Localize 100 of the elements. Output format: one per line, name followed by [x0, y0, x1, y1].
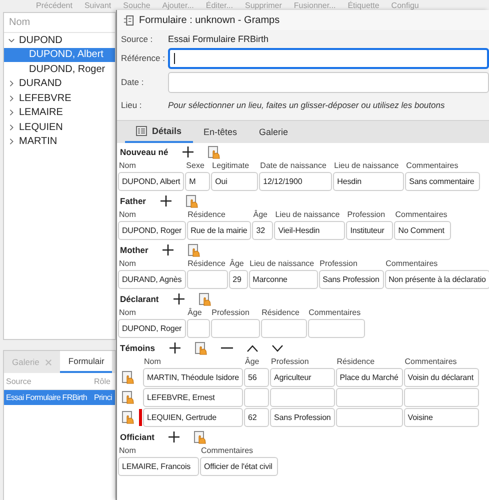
text-cell[interactable]: Marconne [248, 270, 318, 289]
text-cell[interactable] [308, 319, 365, 338]
text-cell[interactable]: Voisine [404, 408, 479, 427]
text-cell[interactable]: 32 [252, 221, 274, 240]
hand-document-icon[interactable] [122, 371, 134, 384]
column-label: Nom [118, 307, 137, 318]
column-label: Profession [210, 307, 250, 318]
expander-icon[interactable] [8, 36, 15, 44]
column-label: Nom [143, 356, 162, 367]
text-cell[interactable]: Non présente à la déclaratio [384, 270, 489, 289]
text-cell[interactable] [244, 388, 270, 407]
text-cell[interactable]: Voisin du déclarant [404, 368, 479, 387]
hand-document-icon[interactable] [188, 244, 200, 256]
add-icon[interactable] [172, 293, 185, 305]
tree-item[interactable]: DURAND [4, 76, 115, 91]
text-cell[interactable]: Place du Marché [336, 368, 403, 387]
move-down-icon[interactable] [272, 344, 283, 352]
add-icon[interactable] [182, 146, 194, 158]
column-label: Profession [318, 258, 358, 269]
hand-document-icon[interactable] [122, 391, 134, 404]
field-label: Date : [121, 77, 145, 87]
column-label: Commentaires [405, 160, 460, 171]
hand-document-icon[interactable] [198, 292, 211, 306]
text-cell[interactable]: DUPOND, Albert [118, 172, 184, 191]
text-cell[interactable]: No Comment [394, 221, 452, 240]
text-cell[interactable]: LEQUIEN, Gertrude [143, 408, 244, 427]
input-field[interactable] [168, 72, 489, 92]
text-cell[interactable] [186, 319, 210, 338]
tree-item[interactable]: DUPOND, Albert [4, 48, 115, 62]
add-icon[interactable] [162, 244, 174, 256]
column-label: Nom [118, 209, 137, 220]
text-cell[interactable] [186, 270, 228, 289]
text-cell[interactable]: 56 [244, 368, 270, 387]
tree-item[interactable]: DUPOND [4, 33, 115, 48]
add-icon[interactable] [160, 195, 172, 207]
input-field[interactable] [168, 48, 489, 68]
app-icon [123, 14, 134, 26]
tree-item[interactable]: DUPOND, Roger [4, 62, 115, 76]
text-cell[interactable]: M [185, 172, 210, 191]
text-cell[interactable]: Sans Profession [270, 408, 335, 427]
text-cell[interactable]: DUPOND, Roger [118, 221, 186, 240]
column-label: Nom [118, 445, 137, 456]
source-value: Essai Formulaire FRBirth [168, 34, 269, 44]
text-cell[interactable]: Oui [211, 172, 258, 191]
column-label: Âge [228, 258, 245, 269]
text-cell[interactable]: Instituteur [346, 221, 394, 240]
text-cell[interactable]: Sans Profession [318, 270, 384, 289]
text-cell[interactable] [260, 319, 307, 338]
column-label: Commentaires [394, 209, 448, 220]
column-label: Commentaires [404, 356, 458, 367]
text-cell[interactable]: LEMAIRE, Francois [118, 457, 199, 476]
section-title: Officiant [120, 432, 154, 442]
expander-icon[interactable] [8, 109, 15, 116]
text-cell[interactable]: MARTIN, Théodule Isidore [143, 368, 244, 387]
hand-document-icon[interactable] [208, 146, 220, 158]
text-cell[interactable]: Vieil-Hesdin [274, 221, 346, 240]
column-label: Date de naissance [259, 160, 328, 171]
expander-icon[interactable] [8, 138, 15, 146]
panel-tab[interactable]: Formulair [60, 351, 112, 373]
tab[interactable]: En-têtes [192, 121, 248, 143]
text-cell[interactable]: DUPOND, Roger [118, 319, 186, 338]
hand-document-icon[interactable] [194, 430, 206, 444]
tree-item[interactable]: LEQUIEN [4, 120, 115, 134]
tree-item[interactable]: MARTIN [4, 134, 115, 149]
hand-document-icon[interactable] [194, 342, 207, 354]
tree-item[interactable]: LEMAIRE [4, 106, 115, 120]
text-cell[interactable] [270, 388, 335, 407]
add-icon[interactable] [168, 431, 180, 443]
text-cell[interactable]: 29 [228, 270, 248, 289]
text-cell[interactable] [336, 408, 403, 427]
column-label: Lieu de naissance [248, 258, 316, 269]
expander-icon[interactable] [8, 94, 15, 102]
tab[interactable]: Galerie [248, 121, 300, 143]
text-cell[interactable] [336, 388, 403, 407]
hand-document-icon[interactable] [122, 411, 134, 424]
column-label: Nom [118, 160, 137, 171]
text-cell[interactable]: Rue de la mairie [186, 221, 252, 240]
section-title: Father [120, 196, 146, 206]
add-icon[interactable] [168, 342, 181, 354]
text-cell[interactable] [404, 388, 479, 407]
text-cell[interactable]: LEFEBVRE, Ernest [143, 388, 244, 407]
text-cell[interactable]: Hesdin [333, 172, 404, 191]
text-cell[interactable]: DURAND, Agnès [118, 270, 186, 289]
tree-item[interactable]: LEFEBVRE [4, 91, 115, 106]
column-label: Commentaires [308, 307, 362, 318]
text-cell[interactable]: Officier de l'état civil [200, 457, 278, 476]
table-row[interactable]: Essai Formulaire FRBirth Princi [4, 390, 115, 405]
hand-document-icon[interactable] [186, 194, 198, 208]
column-label: Résidence [186, 209, 226, 220]
text-cell[interactable]: Agriculteur [270, 368, 335, 387]
expander-icon[interactable] [8, 124, 15, 131]
move-up-icon[interactable] [246, 344, 258, 352]
column-label: Résidence [260, 307, 300, 318]
expander-icon[interactable] [8, 80, 15, 88]
column-label: Lieu de naissance [274, 209, 341, 220]
column-label: Sexe [185, 160, 206, 171]
text-cell[interactable]: 62 [244, 408, 270, 427]
text-cell[interactable] [210, 319, 260, 338]
text-cell[interactable]: Sans commentaire [405, 172, 480, 191]
text-cell[interactable]: 12/12/1900 [259, 172, 332, 191]
